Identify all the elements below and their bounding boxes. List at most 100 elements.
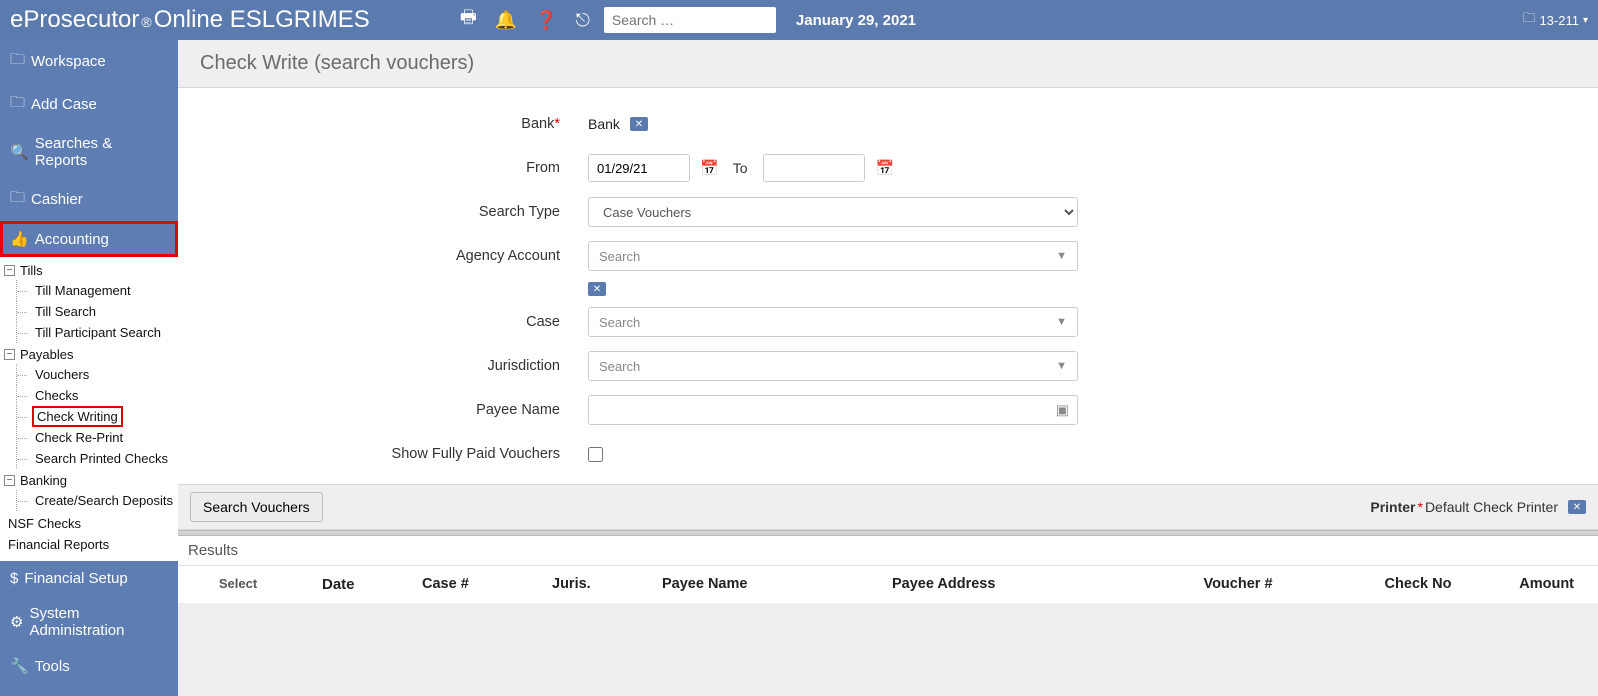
results-header-row: Select Date Case # Juris. Payee Name Pay… <box>178 566 1598 604</box>
sidebar-item-tools[interactable]: 🔧 Tools <box>0 648 178 684</box>
tree-group-payables[interactable]: −Payables <box>4 345 174 364</box>
show-fully-paid-checkbox[interactable] <box>588 447 603 462</box>
bank-value: Bank <box>588 116 620 132</box>
collapse-icon: − <box>4 265 15 276</box>
app-header: eProsecutor® Online ESLGRIMES 🖶 🔔 ❓ ⎋ Ja… <box>0 0 1598 40</box>
sidebar-item-label: Tools <box>35 658 70 675</box>
thumbs-up-icon: 👍 <box>10 230 29 248</box>
tree-item-search-printed-checks[interactable]: Search Printed Checks <box>16 448 174 469</box>
global-search-input[interactable] <box>604 7 776 33</box>
combo-placeholder: Search <box>599 359 640 374</box>
tree-item-till-participant-search[interactable]: Till Participant Search <box>16 322 174 343</box>
chevron-down-icon: ▾ <box>1583 15 1588 26</box>
search-vouchers-button[interactable]: Search Vouchers <box>190 492 323 522</box>
header-date: January 29, 2021 <box>796 12 916 29</box>
brand-prefix: eProsecutor <box>10 6 139 34</box>
col-checkno: Check No <box>1328 576 1508 593</box>
sidebar-item-searches[interactable]: 🔍 Searches & Reports <box>0 126 178 178</box>
print-icon[interactable]: 🖶 <box>460 5 477 35</box>
label-jurisdiction: Jurisdiction <box>178 358 588 374</box>
header-icon-group: 🖶 🔔 ❓ ⎋ <box>460 5 590 35</box>
tree-item-till-search[interactable]: Till Search <box>16 301 174 322</box>
tree-item-financial-reports[interactable]: Financial Reports <box>4 534 174 555</box>
required-marker: * <box>1417 499 1422 515</box>
col-juris: Juris. <box>548 576 658 593</box>
help-icon[interactable]: ❓ <box>535 10 557 31</box>
bell-icon[interactable]: 🔔 <box>495 10 517 31</box>
tree-item-nsf-checks[interactable]: NSF Checks <box>4 513 174 534</box>
sidebar-item-label: Workspace <box>31 53 106 70</box>
wrench-icon: 🔧 <box>10 657 29 675</box>
col-amount: Amount <box>1508 576 1598 593</box>
page-title: Check Write (search vouchers) <box>178 40 1598 88</box>
accounting-tree: −Tills Till Management Till Search Till … <box>0 257 178 561</box>
jurisdiction-combo[interactable]: Search ▼ <box>588 351 1078 381</box>
clear-bank-button[interactable]: ✕ <box>630 117 648 131</box>
sidebar-item-label: Searches & Reports <box>35 135 168 169</box>
sidebar-collapse-button[interactable]: ◀◀ <box>0 684 178 696</box>
label-bank: Bank <box>521 116 554 132</box>
tree-item-check-reprint[interactable]: Check Re-Print <box>16 427 174 448</box>
contact-icon[interactable]: ▣ <box>1056 402 1069 419</box>
label-show-fully-paid: Show Fully Paid Vouchers <box>178 446 588 462</box>
calendar-icon[interactable]: 📅 <box>700 159 719 177</box>
from-date-input[interactable] <box>588 154 690 182</box>
case-tag-label: 13-211 <box>1539 13 1579 28</box>
brand-registered: ® <box>141 14 151 30</box>
open-case-tag[interactable]: 🗀 13-211 ▾ <box>1522 9 1588 31</box>
tree-item-check-writing[interactable]: Check Writing <box>16 406 174 427</box>
tree-item-till-management[interactable]: Till Management <box>16 280 174 301</box>
action-bar: Search Vouchers Printer* Default Check P… <box>178 484 1598 530</box>
tree-group-banking[interactable]: −Banking <box>4 471 174 490</box>
dollar-icon: $ <box>10 570 18 587</box>
search-form: Bank* Bank ✕ From 📅 To 📅 Search Type Cas… <box>178 88 1598 484</box>
clear-agency-button[interactable]: ✕ <box>588 282 606 296</box>
brand-suffix: Online ESLGRIMES <box>154 6 370 34</box>
sidebar-item-label: Cashier <box>31 191 83 208</box>
payee-name-input[interactable] <box>599 396 1067 424</box>
to-date-input[interactable] <box>763 154 865 182</box>
col-caseno: Case # <box>418 576 548 593</box>
sidebar-item-cashier[interactable]: 🗀 Cashier <box>0 178 178 221</box>
sidebar-item-label: Accounting <box>35 231 109 248</box>
sidebar-item-label: Financial Setup <box>24 570 127 587</box>
results-empty-area <box>178 604 1598 696</box>
sidebar-item-workspace[interactable]: 🗀 Workspace <box>0 40 178 83</box>
sidebar-item-system-admin[interactable]: ⚙ System Administration <box>0 596 178 648</box>
sidebar-item-financial-setup[interactable]: $ Financial Setup <box>0 561 178 596</box>
label-from: From <box>178 160 588 176</box>
col-payee: Payee Name <box>658 576 888 593</box>
printer-value: Default Check Printer <box>1425 499 1558 515</box>
combo-placeholder: Search <box>599 249 640 264</box>
calendar-icon[interactable]: 📅 <box>875 159 894 177</box>
sidebar-item-label: Add Case <box>31 96 97 113</box>
agency-account-combo[interactable]: Search ▼ <box>588 241 1078 271</box>
label-search-type: Search Type <box>178 204 588 220</box>
collapse-icon: − <box>4 475 15 486</box>
folder-icon: 🗀 <box>1522 9 1535 31</box>
logout-icon[interactable]: ⎋ <box>576 10 590 31</box>
label-payee-name: Payee Name <box>178 402 588 418</box>
tree-item-create-search-deposits[interactable]: Create/Search Deposits <box>16 490 174 511</box>
global-search <box>604 7 776 33</box>
label-printer: Printer <box>1370 499 1415 515</box>
tree-item-vouchers[interactable]: Vouchers <box>16 364 174 385</box>
col-select: Select <box>178 576 298 593</box>
tree-group-tills[interactable]: −Tills <box>4 261 174 280</box>
printer-block: Printer* Default Check Printer ✕ <box>1370 499 1586 515</box>
required-marker: * <box>554 116 560 132</box>
combo-placeholder: Search <box>599 315 640 330</box>
search-type-select[interactable]: Case Vouchers <box>588 197 1078 227</box>
label-case: Case <box>178 314 588 330</box>
main-content: Check Write (search vouchers) Bank* Bank… <box>178 40 1598 696</box>
folder-icon: 🗀 <box>10 187 25 212</box>
col-addr: Payee Address <box>888 576 1148 593</box>
tree-item-checks[interactable]: Checks <box>16 385 174 406</box>
sidebar-item-add-case[interactable]: 🗀 Add Case <box>0 83 178 126</box>
case-combo[interactable]: Search ▼ <box>588 307 1078 337</box>
sidebar-item-accounting[interactable]: 👍 Accounting <box>0 221 178 257</box>
chevron-down-icon: ▼ <box>1056 360 1067 372</box>
gear-icon: ⚙ <box>10 613 23 631</box>
clear-printer-button[interactable]: ✕ <box>1568 500 1586 514</box>
label-to: To <box>733 160 748 176</box>
